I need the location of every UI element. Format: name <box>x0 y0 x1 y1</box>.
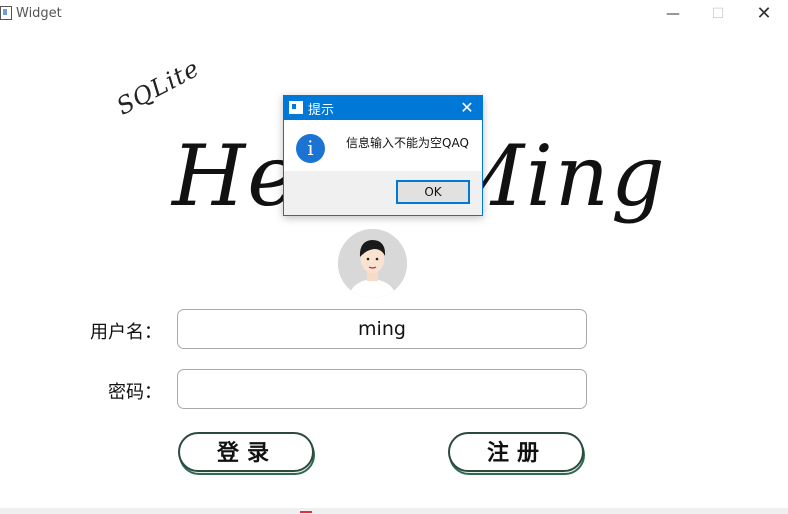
username-label: 用户名： <box>90 322 162 343</box>
taskbar-indicator <box>300 511 312 513</box>
register-button-label: 注册 <box>486 441 547 466</box>
login-button[interactable]: 登录 <box>178 432 316 476</box>
dialog-close-button[interactable]: ✕ <box>456 97 478 119</box>
maximize-button[interactable]: ☐ <box>695 0 741 28</box>
dialog-footer: OK <box>284 171 482 215</box>
login-button-label: 登录 <box>216 441 277 466</box>
register-button[interactable]: 注册 <box>448 432 586 476</box>
avatar <box>338 229 407 298</box>
dialog-titlebar: 提示 ✕ <box>284 96 482 120</box>
info-icon: i <box>296 134 325 163</box>
dialog-message: 信息输入不能为空QAQ <box>346 136 469 150</box>
message-dialog: 提示 ✕ i 信息输入不能为空QAQ OK <box>283 95 483 216</box>
window-title: Widget <box>16 6 62 21</box>
dialog-app-icon <box>289 101 303 114</box>
close-button[interactable]: ✕ <box>741 0 787 28</box>
username-input[interactable]: ming <box>177 309 587 349</box>
sqlite-logo-text: SQLite <box>112 53 205 121</box>
taskbar-strip <box>0 508 788 514</box>
password-input[interactable] <box>177 369 587 409</box>
password-label: 密码： <box>108 382 162 403</box>
minimize-button[interactable]: — <box>650 0 696 28</box>
avatar-illustration-icon <box>338 229 407 298</box>
window-titlebar: Widget — ☐ ✕ <box>0 0 788 28</box>
dialog-body: i 信息输入不能为空QAQ <box>284 120 482 171</box>
dialog-title: 提示 <box>308 103 335 118</box>
ok-button[interactable]: OK <box>396 180 470 204</box>
app-icon <box>0 6 12 20</box>
